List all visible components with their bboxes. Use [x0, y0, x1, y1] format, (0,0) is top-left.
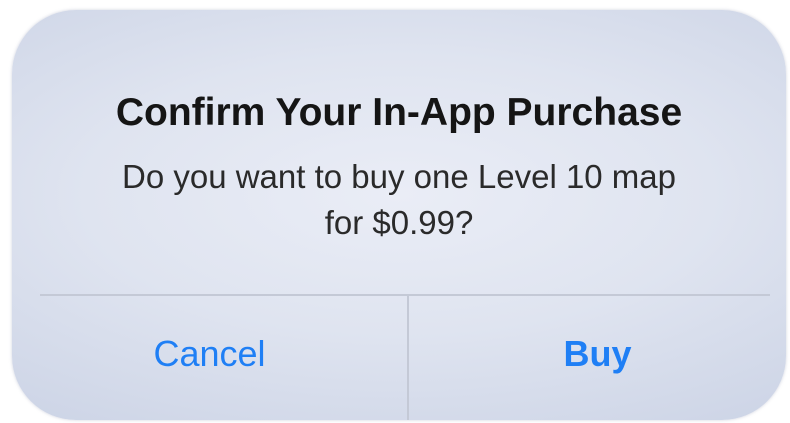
dialog-message: Do you want to buy one Level 10 map for … [52, 154, 746, 246]
screen: Confirm Your In-App Purchase Do you want… [0, 0, 790, 423]
dialog-message-line-2: for $0.99? [324, 204, 474, 241]
cancel-button[interactable]: Cancel [12, 296, 407, 420]
purchase-alert-dialog: Confirm Your In-App Purchase Do you want… [12, 10, 786, 420]
dialog-message-line-1: Do you want to buy one Level 10 map [121, 158, 677, 195]
buy-button[interactable]: Buy [409, 296, 786, 420]
dialog-title: Confirm Your In-App Purchase [115, 91, 683, 134]
